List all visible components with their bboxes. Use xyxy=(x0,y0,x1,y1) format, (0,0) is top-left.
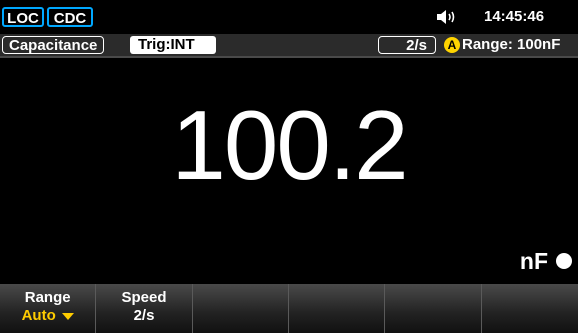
function-label: Capacitance xyxy=(2,36,105,54)
softkey-6[interactable] xyxy=(482,284,578,333)
softkey-range[interactable]: Range Auto xyxy=(0,284,97,333)
loc-indicator: LOC xyxy=(2,7,44,27)
clock: 14:45:46 xyxy=(484,8,545,25)
softkey-speed-label: Speed xyxy=(121,289,167,306)
softkey-range-value-text: Auto xyxy=(21,307,56,324)
softkey-5[interactable] xyxy=(385,284,482,333)
auto-range-badge: A xyxy=(444,37,460,53)
rate-label: 2/s xyxy=(378,36,436,54)
cdc-indicator: CDC xyxy=(47,7,93,27)
softkey-speed-value: 2/s xyxy=(133,307,155,324)
softkey-range-value: Auto xyxy=(0,307,95,325)
trigger-label: Trig:INT xyxy=(130,36,216,54)
measurement-display: 100.2 nF xyxy=(0,56,578,284)
softkey-bar: Range Auto Speed 2/s xyxy=(0,284,578,333)
softkey-3[interactable] xyxy=(193,284,289,333)
softkey-range-label: Range xyxy=(24,289,71,306)
reading-unit: nF xyxy=(519,248,548,274)
range-label: Range: 100nF xyxy=(462,36,561,53)
speaker-icon xyxy=(436,8,458,26)
reading-value: 100.2 xyxy=(171,90,408,200)
info-bar: Capacitance Trig:INT 2/s A Range: 100nF xyxy=(0,34,578,56)
status-bar: LOC CDC 14:45:46 xyxy=(0,0,578,34)
chevron-down-icon xyxy=(61,312,74,320)
softkey-4[interactable] xyxy=(289,284,386,333)
softkey-speed[interactable]: Speed 2/s xyxy=(96,284,193,333)
status-dot-icon xyxy=(556,253,572,269)
